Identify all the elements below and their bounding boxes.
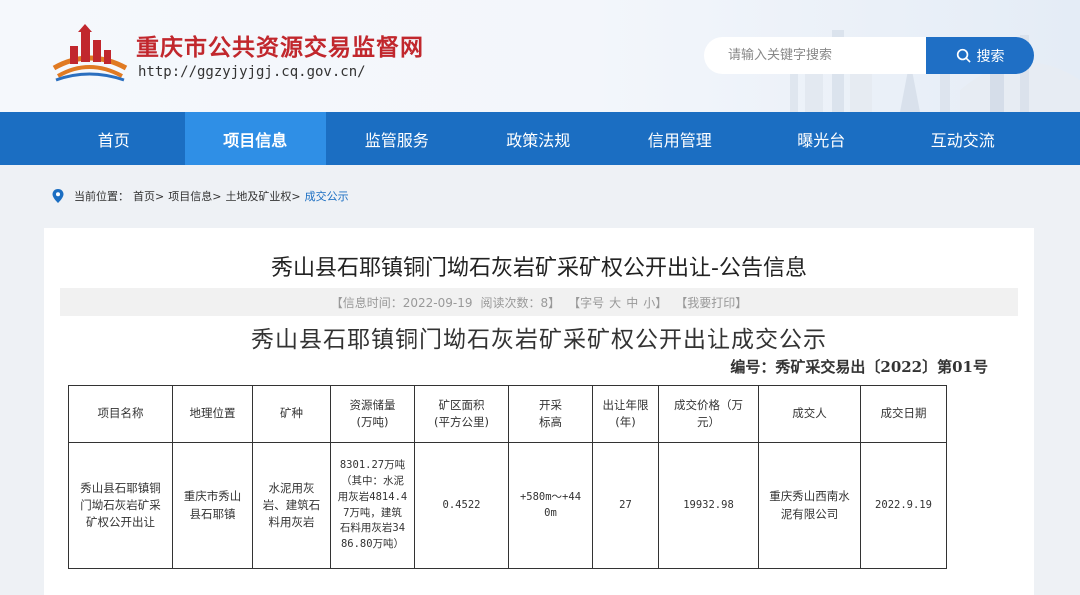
cell-buyer: 重庆秀山西南水 泥有限公司 — [758, 442, 861, 569]
breadcrumb-home[interactable]: 首页> — [133, 188, 164, 204]
main-nav: 首页 项目信息 监管服务 政策法规 信用管理 曝光台 互动交流 — [0, 112, 1080, 165]
document-title: 秀山县石耶镇铜门坳石灰岩矿采矿权公开出让成交公示 — [251, 327, 827, 353]
header-term: 出让年限 (年) — [592, 385, 659, 443]
header-project-name: 项目名称 — [68, 385, 173, 443]
search-bar: 搜索 — [704, 37, 1034, 74]
breadcrumb-project-info[interactable]: 项目信息> — [168, 188, 221, 204]
article-title: 秀山县石耶镇铜门坳石灰岩矿采矿权公开出让-公告信息 — [271, 256, 807, 281]
info-time: 【信息时间：2022-09-19 — [330, 295, 473, 310]
header-date: 成交日期 — [860, 385, 947, 443]
font-size-large-link[interactable]: 大 — [609, 294, 621, 311]
site-url[interactable]: http://ggzyjyjgj.cq.gov.cn/ — [138, 64, 366, 80]
cell-date: 2022.9.19 — [860, 442, 947, 569]
cell-area: 0.4522 — [414, 442, 509, 569]
location-pin-icon — [52, 189, 64, 203]
cell-term: 27 — [592, 442, 659, 569]
cell-location: 重庆市秀山 县石耶镇 — [172, 442, 253, 569]
header-location: 地理位置 — [172, 385, 253, 443]
search-icon — [956, 48, 971, 63]
cell-price: 19932.98 — [658, 442, 759, 569]
info-views: 阅读次数：8】 — [480, 295, 561, 310]
cell-elevation: +580m～+44 0m — [508, 442, 593, 569]
font-size-small-link[interactable]: 小】 — [643, 294, 667, 311]
header-elevation: 开采 标高 — [508, 385, 593, 443]
table-header-row: 项目名称 地理位置 矿种 资源储量 (万吨) 矿区面积 (平方公里) 开采 标高 出让… — [68, 385, 947, 443]
nav-project-info[interactable]: 项目信息 — [184, 112, 326, 165]
cell-project-name: 秀山县石耶镇铜 门坳石灰岩矿采 矿权公开出让 — [68, 442, 173, 569]
transaction-table: 项目名称 地理位置 矿种 资源储量 (万吨) 矿区面积 (平方公里) 开采 标高 出让… — [68, 385, 947, 569]
print-link[interactable]: 【我要打印】 — [675, 294, 747, 311]
logo-emblem — [52, 24, 128, 82]
font-size-label: 【字号 — [568, 295, 605, 310]
nav-interaction[interactable]: 互动交流 — [892, 112, 1034, 165]
header-reserves: 资源储量 (万吨) — [330, 385, 415, 443]
header-price: 成交价格（万 元） — [658, 385, 759, 443]
breadcrumb-current[interactable]: 成交公示 — [305, 188, 349, 204]
font-size-medium-link[interactable]: 中 — [626, 294, 638, 311]
article-info-bar: 【信息时间：2022-09-19 阅读次数：8】 【字号 大 中 小】 【我要打… — [60, 288, 1018, 316]
search-button[interactable]: 搜索 — [926, 37, 1034, 74]
header-mineral-type: 矿种 — [252, 385, 331, 443]
table-row: 秀山县石耶镇铜 门坳石灰岩矿采 矿权公开出让 重庆市秀山 县石耶镇 水泥用灰 岩、建筑石… — [68, 442, 947, 569]
site-title[interactable]: 重庆市公共资源交易监督网 — [136, 28, 424, 62]
site-header: 重庆市公共资源交易监督网 http://ggzyjyjgj.cq.gov.cn/… — [0, 0, 1080, 112]
nav-credit-management[interactable]: 信用管理 — [609, 112, 751, 165]
document-number: 编号：秀矿采交易出〔2022〕第01号 — [730, 358, 988, 376]
nav-home[interactable]: 首页 — [43, 112, 185, 165]
cell-reserves: 8301.27万吨 （其中：水泥 用灰岩4814.4 7万吨，建筑 石料用灰岩34 86.… — [330, 442, 415, 569]
cell-mineral-type: 水泥用灰 岩、建筑石 料用灰岩 — [252, 442, 331, 569]
header-area: 矿区面积 (平方公里) — [414, 385, 509, 443]
article-card: 秀山县石耶镇铜门坳石灰岩矿采矿权公开出让-公告信息 【信息时间：2022-09-… — [44, 228, 1034, 595]
nav-supervision-services[interactable]: 监管服务 — [326, 112, 468, 165]
nav-policies-regulations[interactable]: 政策法规 — [468, 112, 610, 165]
breadcrumb-land-mining[interactable]: 土地及矿业权> — [225, 188, 300, 204]
header-buyer: 成交人 — [758, 385, 861, 443]
search-button-label: 搜索 — [976, 48, 1005, 65]
nav-exposure[interactable]: 曝光台 — [751, 112, 893, 165]
search-input[interactable] — [704, 37, 940, 74]
breadcrumb: 当前位置： 首页> 项目信息> 土地及矿业权> 成交公示 — [52, 188, 349, 204]
breadcrumb-prefix: 当前位置： — [74, 190, 129, 203]
